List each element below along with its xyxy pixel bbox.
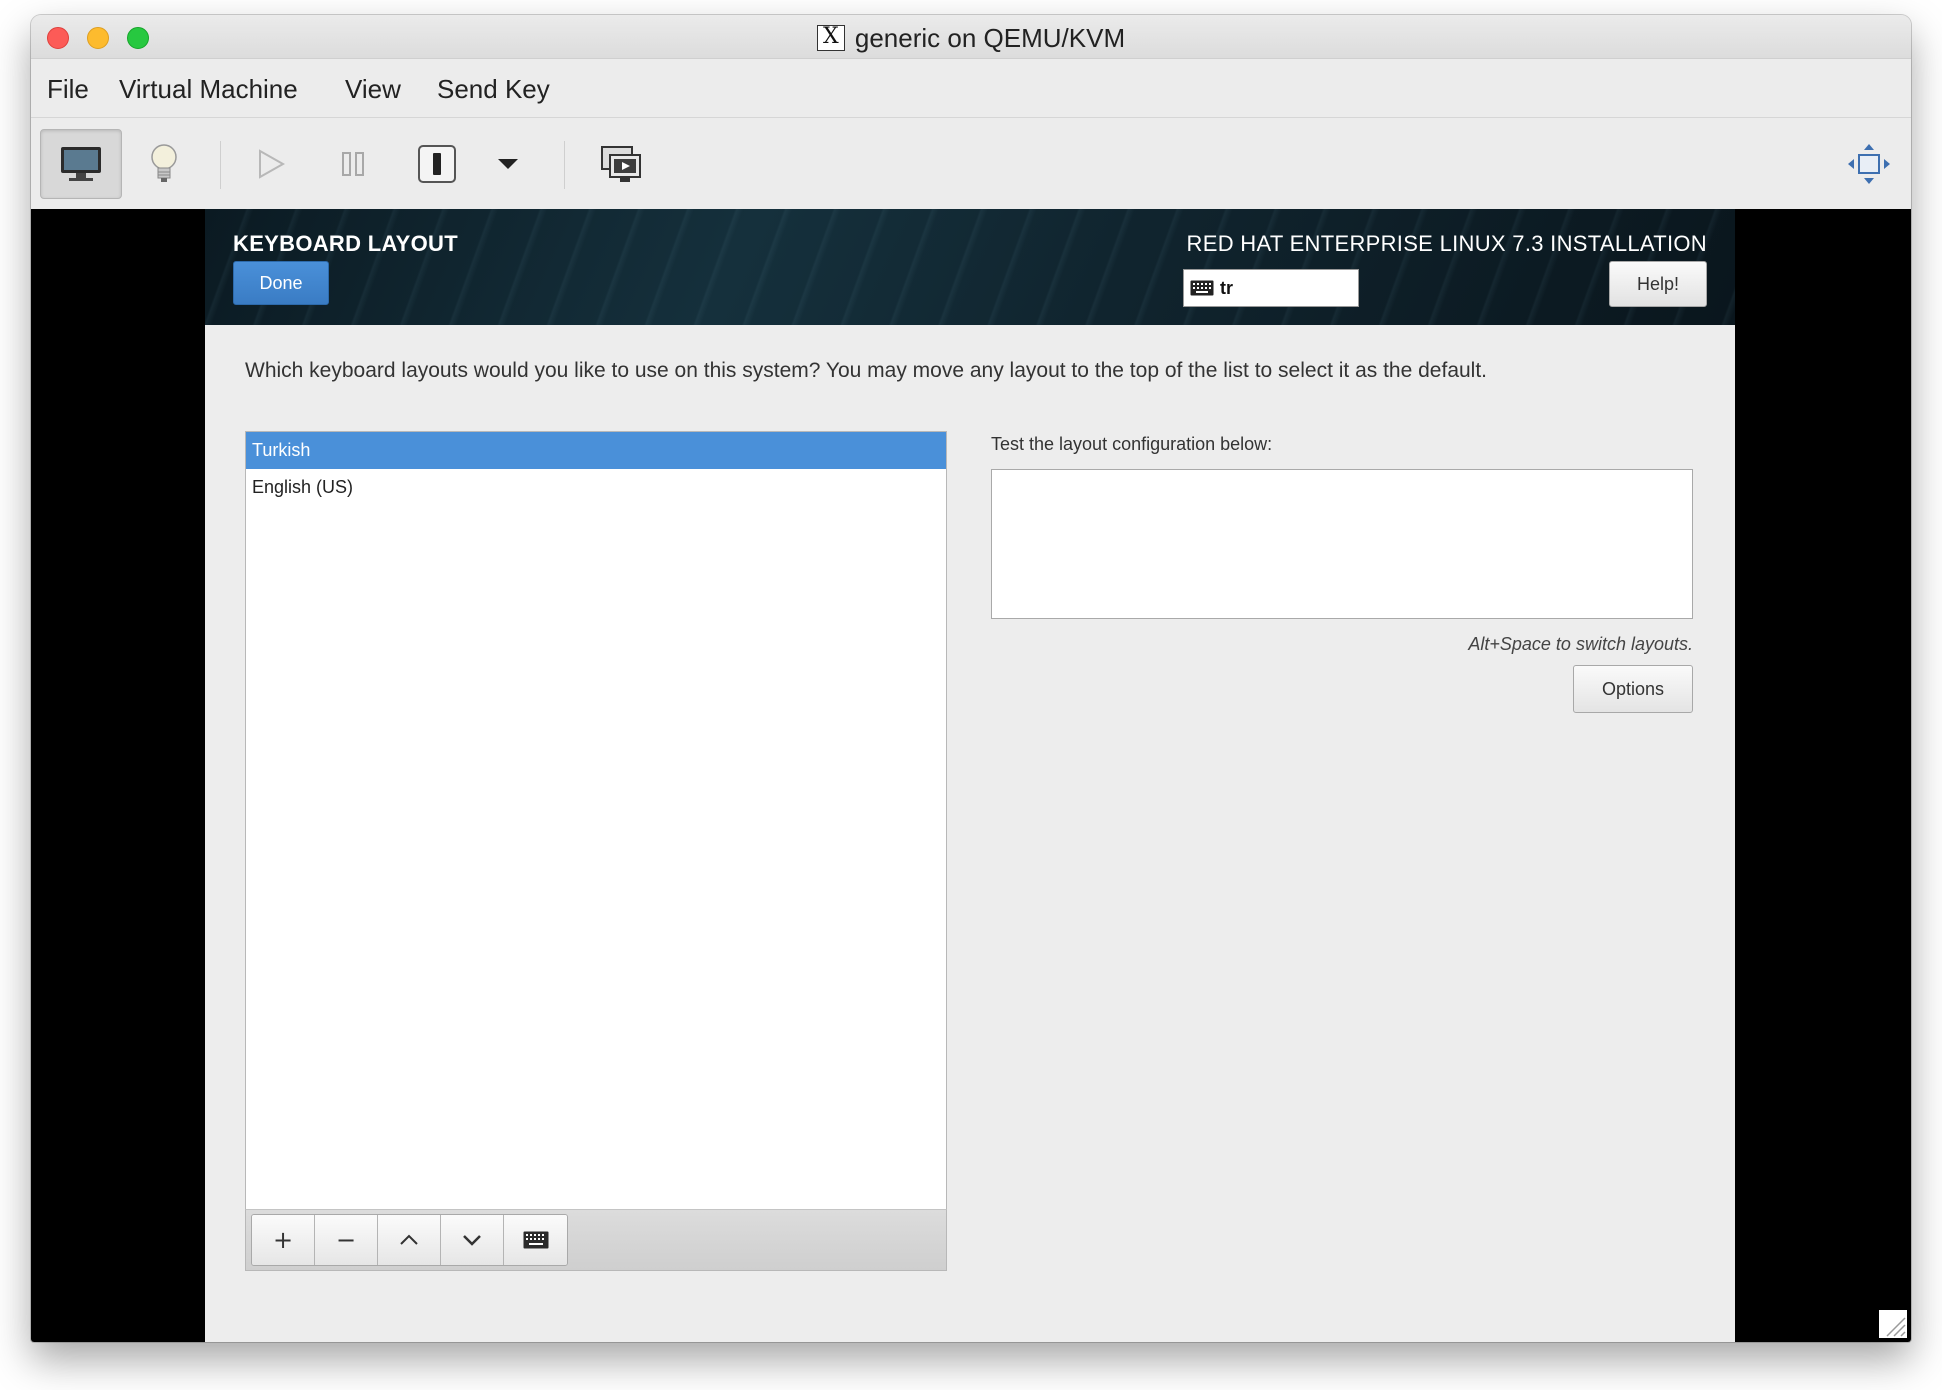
resize-to-vm-button[interactable] (1839, 129, 1899, 199)
options-button[interactable]: Options (1573, 665, 1693, 713)
power-icon (418, 145, 456, 183)
plus-icon: + (272, 1226, 294, 1254)
fullscreen-icon (1848, 144, 1890, 184)
keyboard-icon (523, 1231, 548, 1249)
add-layout-button[interactable]: + (252, 1215, 315, 1265)
pause-icon (342, 152, 364, 176)
move-up-button[interactable] (378, 1215, 441, 1265)
spoke-header: KEYBOARD LAYOUT Done RED HAT ENTERPRISE … (205, 209, 1735, 325)
menu-bar: File Virtual Machine View Send Key (31, 60, 1911, 118)
move-down-button[interactable] (441, 1215, 504, 1265)
title-bar: X generic on QEMU/KVM (31, 15, 1911, 59)
resize-grip-icon (1886, 1317, 1906, 1337)
layout-indicator[interactable]: tr (1183, 269, 1359, 307)
x11-icon: X (816, 25, 845, 51)
menu-view[interactable]: View (345, 74, 401, 105)
layout-list-toolbar: + − (245, 1209, 947, 1271)
keyboard-icon (1190, 280, 1214, 296)
shutdown-button[interactable] (406, 129, 468, 199)
menu-file[interactable]: File (47, 74, 89, 105)
screenshot-icon (601, 146, 641, 182)
fullscreen-toggle-button[interactable] (589, 129, 655, 199)
toolbar (31, 119, 1911, 209)
run-button[interactable] (241, 129, 301, 199)
chevron-down-icon (463, 1235, 481, 1246)
details-button[interactable] (131, 129, 197, 199)
pause-button[interactable] (323, 129, 383, 199)
vm-display[interactable]: KEYBOARD LAYOUT Done RED HAT ENTERPRISE … (31, 209, 1911, 1342)
menu-send-key[interactable]: Send Key (437, 74, 550, 105)
play-icon (259, 149, 286, 179)
list-item[interactable]: English (US) (246, 469, 946, 506)
product-title: RED HAT ENTERPRISE LINUX 7.3 INSTALLATIO… (1186, 231, 1707, 256)
help-button[interactable]: Help! (1609, 261, 1707, 307)
layout-list[interactable]: Turkish English (US) (245, 431, 947, 1211)
layout-indicator-value: tr (1220, 277, 1233, 298)
list-item[interactable]: Turkish (246, 432, 946, 469)
remove-layout-button[interactable]: − (315, 1215, 378, 1265)
done-button[interactable]: Done (233, 261, 329, 305)
spoke-title: KEYBOARD LAYOUT (233, 231, 458, 256)
switch-layout-hint: Alt+Space to switch layouts. (1468, 634, 1693, 654)
preview-layout-button[interactable] (504, 1215, 567, 1265)
console-icon (61, 147, 101, 181)
minus-icon: − (335, 1226, 357, 1254)
chevron-down-icon (498, 159, 518, 169)
chevron-up-icon (400, 1234, 418, 1245)
console-button[interactable] (40, 129, 122, 199)
layout-prompt: Which keyboard layouts would you like to… (245, 359, 1488, 382)
vm-window: X generic on QEMU/KVM File Virtual Machi… (31, 15, 1911, 1342)
lightbulb-icon (151, 144, 177, 182)
shutdown-menu-button[interactable] (483, 129, 533, 199)
test-layout-label: Test the layout configuration below: (991, 434, 1273, 454)
installer-spoke: KEYBOARD LAYOUT Done RED HAT ENTERPRISE … (205, 209, 1735, 1342)
resize-grip[interactable] (1879, 1310, 1907, 1338)
test-layout-input[interactable] (991, 469, 1693, 619)
menu-virtual-machine[interactable]: Virtual Machine (119, 74, 298, 105)
window-title: generic on QEMU/KVM (854, 22, 1126, 53)
